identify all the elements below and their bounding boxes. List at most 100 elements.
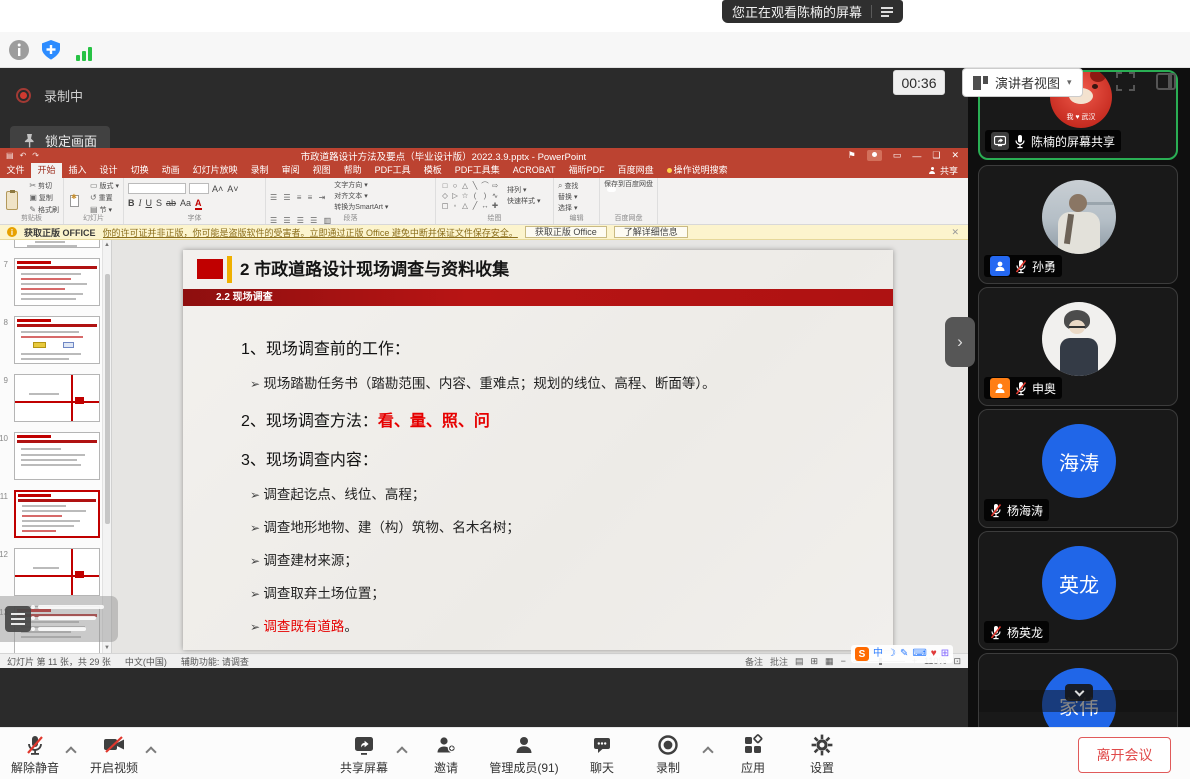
shapes-gallery[interactable]: □○△╲⌒⇨ ◇▷☆()∿ ▢◦△╱↔✚ [440, 181, 500, 211]
zoom-out-icon[interactable]: − [841, 656, 846, 666]
font-style-buttons[interactable]: BIUSabAaA [128, 198, 202, 210]
ribbon-display-icon[interactable]: ▭ [893, 150, 902, 161]
record-button[interactable]: 录制 [646, 733, 690, 776]
tab-template[interactable]: 模板 [417, 163, 448, 178]
tab-pdf-toolset[interactable]: PDF工具集 [448, 163, 506, 178]
security-shield-icon[interactable] [40, 39, 62, 61]
arrange-button[interactable]: 排列 ▾ [507, 186, 540, 196]
collapse-sidebar-handle[interactable]: › [945, 317, 975, 367]
ppt-share-button[interactable]: 共享 [929, 163, 968, 178]
audio-options-caret[interactable] [65, 746, 76, 757]
collapse-videos-button[interactable] [1065, 684, 1093, 701]
font-size-box[interactable] [189, 183, 209, 194]
language-indicator[interactable]: 中文(中国) [125, 655, 167, 668]
slide-thumbnail-7[interactable] [14, 258, 100, 306]
tab-transitions[interactable]: 切换 [124, 163, 155, 178]
slide-thumbnail-partial[interactable] [14, 240, 100, 248]
close-button[interactable]: ✕ [951, 150, 959, 161]
tab-tell-me[interactable]: 操作说明搜索 [660, 163, 734, 178]
license-warning-text[interactable]: 你的许可证并非正版，你可能是盗版软件的受害者。立即通过正版 Office 避免中… [103, 226, 518, 239]
current-slide[interactable]: 2 市政道路设计现场调查与资料收集 2.2 现场调查 1、现场调查前的工作： 现… [183, 250, 893, 650]
tab-file[interactable]: 文件 [0, 163, 31, 178]
new-slide-icon[interactable] [70, 195, 79, 207]
scrollbar-thumb[interactable] [105, 274, 110, 524]
record-options-caret[interactable] [702, 746, 713, 757]
slide-thumbnail-panel[interactable]: 7 8 [0, 240, 112, 653]
invite-button[interactable]: 邀请 [422, 733, 470, 776]
list-buttons[interactable]: ☰ ☰ ≡ ≡ ⇥ [270, 193, 327, 202]
heart-icon[interactable]: ♥ [931, 647, 937, 661]
settings-button[interactable]: 设置 [799, 733, 845, 776]
participant-tile[interactable]: 孙勇 [978, 165, 1178, 284]
share-options-caret[interactable] [396, 746, 407, 757]
tab-baidu-netdisk[interactable]: 百度网盘 [611, 163, 660, 178]
scroll-up-arrow[interactable]: ▲ [103, 240, 111, 250]
tab-animations[interactable]: 动画 [155, 163, 186, 178]
fullscreen-button[interactable] [1116, 72, 1135, 91]
fit-slide-icon[interactable]: ⊡ [953, 656, 961, 667]
tab-record[interactable]: 录制 [244, 163, 275, 178]
apps-button[interactable]: 应用 [730, 733, 776, 776]
tab-slideshow[interactable]: 幻灯片放映 [186, 163, 244, 178]
unmute-button[interactable]: 解除静音 [6, 733, 64, 776]
thumbnail-scrollbar[interactable]: ▲ ▼ [102, 240, 111, 653]
network-signal-icon[interactable] [73, 39, 95, 61]
get-genuine-office-button[interactable]: 获取正版 Office [525, 226, 607, 238]
close-warning-icon[interactable]: ✕ [951, 227, 961, 238]
tab-help[interactable]: 帮助 [337, 163, 368, 178]
text-direction-button[interactable]: 文字方向 ▾ [334, 181, 388, 191]
halfmoon-icon[interactable]: ☽ [887, 647, 896, 661]
quick-styles-button[interactable]: 快速样式 ▾ [507, 197, 540, 207]
minimize-button[interactable]: — [912, 151, 921, 161]
normal-view-icon[interactable]: ▤ [795, 656, 804, 667]
quick-access-toolbar[interactable]: ▤↶↷ [0, 151, 39, 160]
slide-thumbnail-10[interactable] [14, 432, 100, 480]
smartart-button[interactable]: 转换为SmartArt ▾ [334, 203, 388, 213]
tab-acrobat[interactable]: ACROBAT [506, 163, 562, 178]
menu-handle-icon[interactable] [5, 606, 31, 632]
account-avatar[interactable] [867, 150, 882, 161]
tab-insert[interactable]: 插入 [62, 163, 93, 178]
participant-tile[interactable]: 海涛 杨海涛 [978, 409, 1178, 528]
slide-thumbnail-9[interactable] [14, 374, 100, 422]
start-video-button[interactable]: 开启视频 [86, 733, 142, 776]
replace-button[interactable]: 替换 ▾ [558, 193, 595, 203]
chat-button[interactable]: 聊天 [582, 733, 622, 776]
share-screen-button[interactable]: 共享屏幕 [335, 733, 393, 776]
align-text-button[interactable]: 对齐文本 ▾ [334, 192, 388, 202]
reading-view-icon[interactable]: ▦ [825, 656, 834, 667]
participant-tile[interactable]: 申奥 [978, 287, 1178, 406]
view-mode-dropdown[interactable]: 演讲者视图 ▾ [962, 68, 1083, 97]
reset-button[interactable]: ↺ 重置 [90, 193, 119, 204]
slide-thumbnail-12[interactable] [14, 548, 100, 596]
tab-pdf-tools[interactable]: PDF工具 [368, 163, 417, 178]
slide-thumbnail-11-selected[interactable] [14, 490, 100, 538]
participant-tile[interactable]: 家伟 [978, 653, 1178, 727]
video-options-caret[interactable] [145, 746, 156, 757]
notes-button[interactable]: 备注 [745, 655, 763, 668]
keyboard-icon[interactable]: ⌨ [912, 647, 926, 661]
slide-sorter-icon[interactable]: ⊞ [811, 656, 819, 667]
toggle-sidebar-button[interactable] [1156, 73, 1176, 90]
layout-button[interactable]: ▭ 版式 ▾ [90, 181, 119, 192]
meeting-info-icon[interactable] [8, 39, 30, 61]
floating-menu-panel[interactable] [0, 596, 118, 642]
tab-design[interactable]: 设计 [93, 163, 124, 178]
toolbox-icon[interactable]: ⊞ [941, 647, 949, 661]
scroll-down-arrow[interactable]: ▼ [103, 643, 111, 653]
font-name-box[interactable] [128, 183, 186, 194]
restore-button[interactable]: ❑ [932, 150, 940, 161]
paste-icon[interactable] [6, 191, 18, 210]
leave-meeting-button[interactable]: 离开会议 [1078, 737, 1171, 773]
chinese-mode-icon[interactable]: 中 [873, 647, 883, 661]
tab-home[interactable]: 开始 [31, 163, 62, 178]
sogou-logo-icon[interactable]: S [855, 647, 869, 661]
learn-more-button[interactable]: 了解详细信息 [614, 226, 688, 238]
comments-button[interactable]: 批注 [770, 655, 788, 668]
banner-menu-icon[interactable] [881, 7, 893, 17]
cut-button[interactable]: ✂ 剪切 [29, 181, 59, 192]
pen-icon[interactable]: ✎ [900, 647, 908, 661]
participant-tile[interactable]: 英龙 杨英龙 [978, 531, 1178, 650]
viewing-screen-banner[interactable]: 您正在观看陈楠的屏幕 [722, 0, 903, 23]
tab-review[interactable]: 审阅 [275, 163, 306, 178]
